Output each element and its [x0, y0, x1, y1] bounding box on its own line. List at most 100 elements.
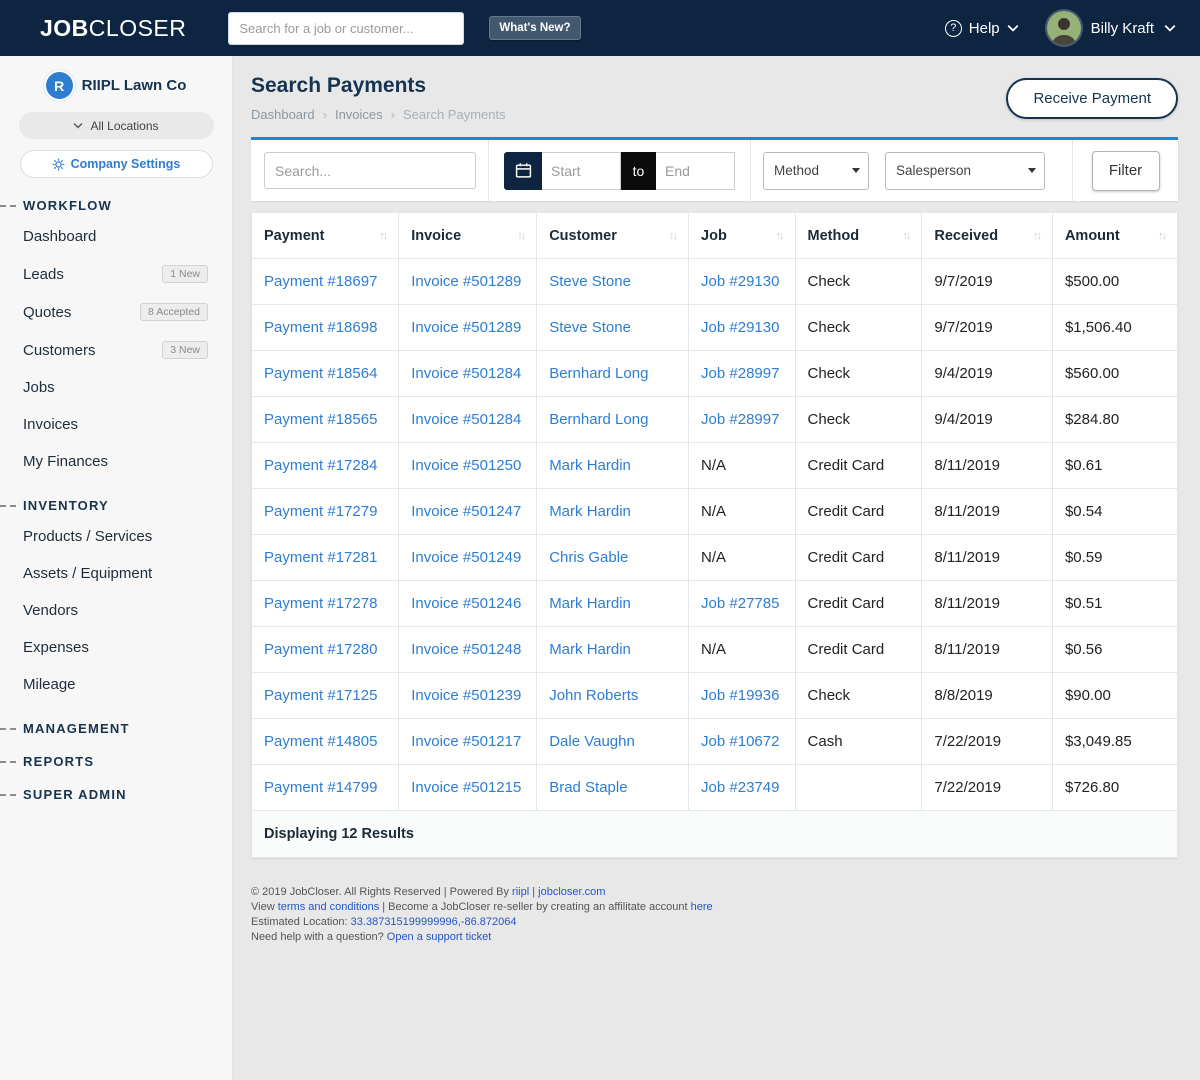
job-link[interactable]: Job #19936 — [701, 687, 779, 704]
affiliate-link[interactable]: here — [691, 901, 713, 913]
company-switcher[interactable]: R RIIPL Lawn Co — [0, 72, 232, 99]
column-header-customer[interactable]: Customer↑↓ — [537, 213, 689, 259]
job-link[interactable]: Job #23749 — [701, 779, 779, 796]
invoice-link[interactable]: Invoice #501246 — [411, 595, 521, 612]
riipl-link[interactable]: riipl — [512, 886, 529, 898]
page-title: Search Payments — [251, 74, 506, 98]
job-cell: N/A — [689, 535, 795, 581]
job-link[interactable]: Job #28997 — [701, 411, 779, 428]
customer-link[interactable]: Bernhard Long — [549, 365, 648, 382]
customer-link[interactable]: Mark Hardin — [549, 641, 631, 658]
sidebar-item-label: My Finances — [23, 453, 208, 470]
invoice-link[interactable]: Invoice #501217 — [411, 733, 521, 750]
job-link[interactable]: Job #28997 — [701, 365, 779, 382]
column-header-invoice[interactable]: Invoice↑↓ — [399, 213, 537, 259]
payment-link[interactable]: Payment #18565 — [264, 411, 377, 428]
payment-link[interactable]: Payment #17280 — [264, 641, 377, 658]
column-header-job[interactable]: Job↑↓ — [689, 213, 795, 259]
sidebar-item-customers[interactable]: Customers3 New — [0, 331, 232, 369]
customer-link[interactable]: Mark Hardin — [549, 503, 631, 520]
sidebar-item-vendors[interactable]: Vendors — [0, 592, 232, 629]
company-settings-button[interactable]: Company Settings — [20, 150, 213, 178]
column-header-received[interactable]: Received↑↓ — [922, 213, 1053, 259]
invoice-link[interactable]: Invoice #501250 — [411, 457, 521, 474]
job-link[interactable]: Job #10672 — [701, 733, 779, 750]
all-locations-dropdown[interactable]: All Locations — [19, 112, 214, 139]
customer-link[interactable]: Mark Hardin — [549, 457, 631, 474]
invoice-cell: Invoice #501246 — [399, 581, 537, 627]
invoice-link[interactable]: Invoice #501247 — [411, 503, 521, 520]
sidebar-item-label: Leads — [23, 266, 162, 283]
breadcrumb-invoices[interactable]: Invoices — [335, 107, 383, 122]
invoice-link[interactable]: Invoice #501239 — [411, 687, 521, 704]
receive-payment-button[interactable]: Receive Payment — [1006, 78, 1178, 119]
job-link[interactable]: Job #29130 — [701, 319, 779, 336]
payment-cell: Payment #17125 — [252, 673, 399, 719]
method-cell: Cash — [795, 719, 922, 765]
job-link[interactable]: Job #29130 — [701, 273, 779, 290]
sidebar-item-assets-equipment[interactable]: Assets / Equipment — [0, 555, 232, 592]
payment-link[interactable]: Payment #17278 — [264, 595, 377, 612]
customer-link[interactable]: Steve Stone — [549, 273, 631, 290]
job-link[interactable]: Job #27785 — [701, 595, 779, 612]
user-menu[interactable]: Billy Kraft — [1047, 11, 1176, 45]
filter-button[interactable]: Filter — [1092, 151, 1160, 191]
payment-link[interactable]: Payment #17125 — [264, 687, 377, 704]
customer-link[interactable]: Steve Stone — [549, 319, 631, 336]
invoice-link[interactable]: Invoice #501284 — [411, 365, 521, 382]
filter-search-input[interactable] — [264, 152, 476, 189]
sidebar-item-expenses[interactable]: Expenses — [0, 629, 232, 666]
sidebar-item-products-services[interactable]: Products / Services — [0, 518, 232, 555]
invoice-link[interactable]: Invoice #501249 — [411, 549, 521, 566]
sidebar-item-invoices[interactable]: Invoices — [0, 406, 232, 443]
customer-link[interactable]: Chris Gable — [549, 549, 628, 566]
whats-new-button[interactable]: What's New? — [489, 16, 580, 40]
end-date-input[interactable] — [656, 152, 735, 190]
payment-link[interactable]: Payment #17281 — [264, 549, 377, 566]
help-menu[interactable]: ? Help — [945, 20, 1019, 37]
breadcrumb-dashboard[interactable]: Dashboard — [251, 107, 315, 122]
customer-link[interactable]: Dale Vaughn — [549, 733, 635, 750]
footer-line-3: Estimated Location: 33.387315199999996,-… — [251, 915, 1178, 930]
sidebar-item-leads[interactable]: Leads1 New — [0, 255, 232, 293]
terms-link[interactable]: terms and conditions — [278, 901, 380, 913]
column-header-amount[interactable]: Amount↑↓ — [1052, 213, 1177, 259]
payment-link[interactable]: Payment #18697 — [264, 273, 377, 290]
customer-link[interactable]: John Roberts — [549, 687, 638, 704]
column-header-method[interactable]: Method↑↓ — [795, 213, 922, 259]
method-select[interactable]: Method — [763, 152, 869, 190]
sidebar-item-dashboard[interactable]: Dashboard — [0, 218, 232, 255]
app-logo[interactable]: JOBCLOSER — [40, 15, 186, 42]
jobcloser-link[interactable]: jobcloser.com — [538, 886, 605, 898]
footer-text: | Become a JobCloser re-seller by creati… — [379, 901, 690, 913]
section-dash-icon — [0, 505, 16, 507]
invoice-link[interactable]: Invoice #501289 — [411, 319, 521, 336]
payment-link[interactable]: Payment #18564 — [264, 365, 377, 382]
payment-link[interactable]: Payment #14799 — [264, 779, 377, 796]
salesperson-select[interactable]: Salesperson — [885, 152, 1045, 190]
received-cell: 9/4/2019 — [922, 397, 1053, 443]
customer-link[interactable]: Brad Staple — [549, 779, 627, 796]
column-header-payment[interactable]: Payment↑↓ — [252, 213, 399, 259]
company-settings-label: Company Settings — [71, 157, 181, 171]
invoice-link[interactable]: Invoice #501289 — [411, 273, 521, 290]
support-ticket-link[interactable]: Open a support ticket — [387, 931, 492, 943]
invoice-link[interactable]: Invoice #501215 — [411, 779, 521, 796]
payment-link[interactable]: Payment #14805 — [264, 733, 377, 750]
payment-link[interactable]: Payment #18698 — [264, 319, 377, 336]
sidebar-item-jobs[interactable]: Jobs — [0, 369, 232, 406]
payment-link[interactable]: Payment #17279 — [264, 503, 377, 520]
calendar-button[interactable] — [504, 152, 542, 190]
invoice-link[interactable]: Invoice #501284 — [411, 411, 521, 428]
start-date-input[interactable] — [542, 152, 621, 190]
customer-link[interactable]: Bernhard Long — [549, 411, 648, 428]
invoice-link[interactable]: Invoice #501248 — [411, 641, 521, 658]
sidebar-item-quotes[interactable]: Quotes8 Accepted — [0, 293, 232, 331]
sidebar-item-mileage[interactable]: Mileage — [0, 666, 232, 703]
sidebar-item-my-finances[interactable]: My Finances — [0, 443, 232, 480]
customer-link[interactable]: Mark Hardin — [549, 595, 631, 612]
location-link[interactable]: 33.387315199999996,-86.872064 — [351, 916, 517, 928]
payment-link[interactable]: Payment #17284 — [264, 457, 377, 474]
global-search-input[interactable] — [228, 12, 464, 45]
method-cell: Check — [795, 259, 922, 305]
